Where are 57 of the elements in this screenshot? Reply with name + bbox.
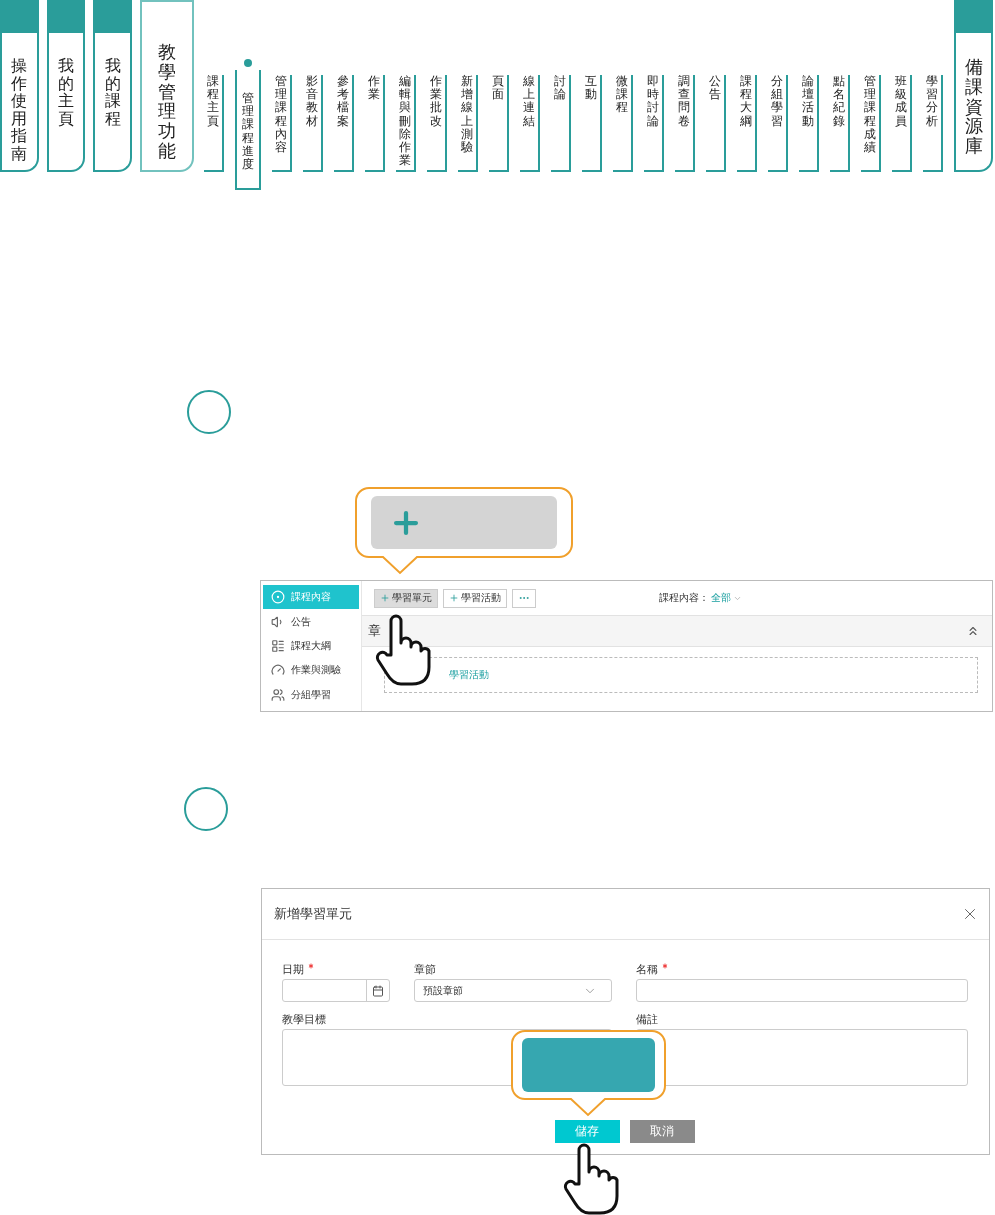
field-label: 教學目標 xyxy=(282,1012,327,1027)
sub-tab[interactable]: 調查問卷 xyxy=(675,75,696,172)
sub-tab[interactable]: 討論 xyxy=(551,75,572,172)
sub-tab[interactable]: 微課程 xyxy=(613,75,634,172)
selection-dot xyxy=(244,59,253,67)
filter-label: 課程內容： xyxy=(659,591,709,605)
sidebar-item[interactable]: 公告 xyxy=(263,609,359,634)
sub-tab[interactable]: 影音教材 xyxy=(303,75,324,172)
sub-tab[interactable]: 學習分析 xyxy=(923,75,944,172)
field-label: 日期 xyxy=(282,962,390,977)
text-field[interactable] xyxy=(636,979,968,1002)
sub-tab[interactable]: 管理課程成績 xyxy=(861,75,882,172)
sub-tab[interactable]: 課程大綱 xyxy=(737,75,758,172)
sub-tab[interactable]: 互動 xyxy=(582,75,603,172)
field-label: 備註 xyxy=(636,1012,659,1027)
main-tab[interactable]: 我的主頁 xyxy=(46,0,86,172)
sub-tab[interactable]: 課程主頁 xyxy=(204,75,225,172)
main-tab[interactable]: 教學管理功能 xyxy=(140,0,195,172)
sidebar-item[interactable]: 分組學習 xyxy=(263,682,359,708)
circle-dot-icon xyxy=(271,590,285,605)
sidebar-item[interactable]: 作業與測驗 xyxy=(263,658,359,683)
toolbar-button[interactable]: 學習活動 xyxy=(443,588,507,608)
toolbar-button[interactable]: 學習單元 xyxy=(374,588,438,608)
section-title: 章 xyxy=(368,622,381,640)
people-icon xyxy=(271,687,285,702)
sub-tab[interactable]: 作業批改 xyxy=(427,75,448,172)
date-field[interactable] xyxy=(282,979,390,1002)
sub-tab[interactable]: 即時討論 xyxy=(644,75,665,172)
plus-icon xyxy=(449,593,459,603)
sub-tab[interactable]: 編輯與刪除作業 xyxy=(396,75,417,172)
list-icon xyxy=(271,639,285,653)
calendar-icon xyxy=(372,984,384,997)
plus-icon xyxy=(380,593,390,603)
field-label: 名稱 xyxy=(636,962,968,977)
step-circle xyxy=(187,390,231,434)
sub-tab[interactable]: 點名紀錄 xyxy=(830,75,851,172)
dialog-title: 新增學習單元 xyxy=(274,905,352,923)
gauge-icon xyxy=(271,663,285,678)
main-tab[interactable]: 操作使用指南 xyxy=(0,0,39,172)
step-circle xyxy=(184,787,228,831)
resource-tab[interactable]: 備課資源庫 xyxy=(954,0,993,172)
collapse-icon[interactable] xyxy=(966,624,980,638)
field-label: 章節 xyxy=(414,962,437,977)
sub-tab[interactable]: 論壇活動 xyxy=(799,75,820,172)
sub-tab[interactable]: 管理課程內容 xyxy=(272,75,293,172)
sub-tab[interactable]: 線上連結 xyxy=(520,75,541,172)
sub-tab[interactable]: 作業 xyxy=(365,75,386,172)
sub-tab[interactable]: 頁面 xyxy=(489,75,510,172)
sidebar-item[interactable]: 課程大綱 xyxy=(263,633,359,659)
sub-tab[interactable]: 分組學習 xyxy=(768,75,789,172)
more-button[interactable] xyxy=(512,588,536,608)
sub-tab[interactable]: 班級成員 xyxy=(892,75,913,172)
select-field[interactable]: 預設章節 xyxy=(414,979,612,1002)
sub-tab[interactable]: 參考檔案 xyxy=(334,75,355,172)
sub-tab[interactable]: 新增線上測驗 xyxy=(458,75,479,172)
sub-tab[interactable]: 公告 xyxy=(706,75,727,172)
main-tab[interactable]: 我的課程 xyxy=(93,0,133,172)
